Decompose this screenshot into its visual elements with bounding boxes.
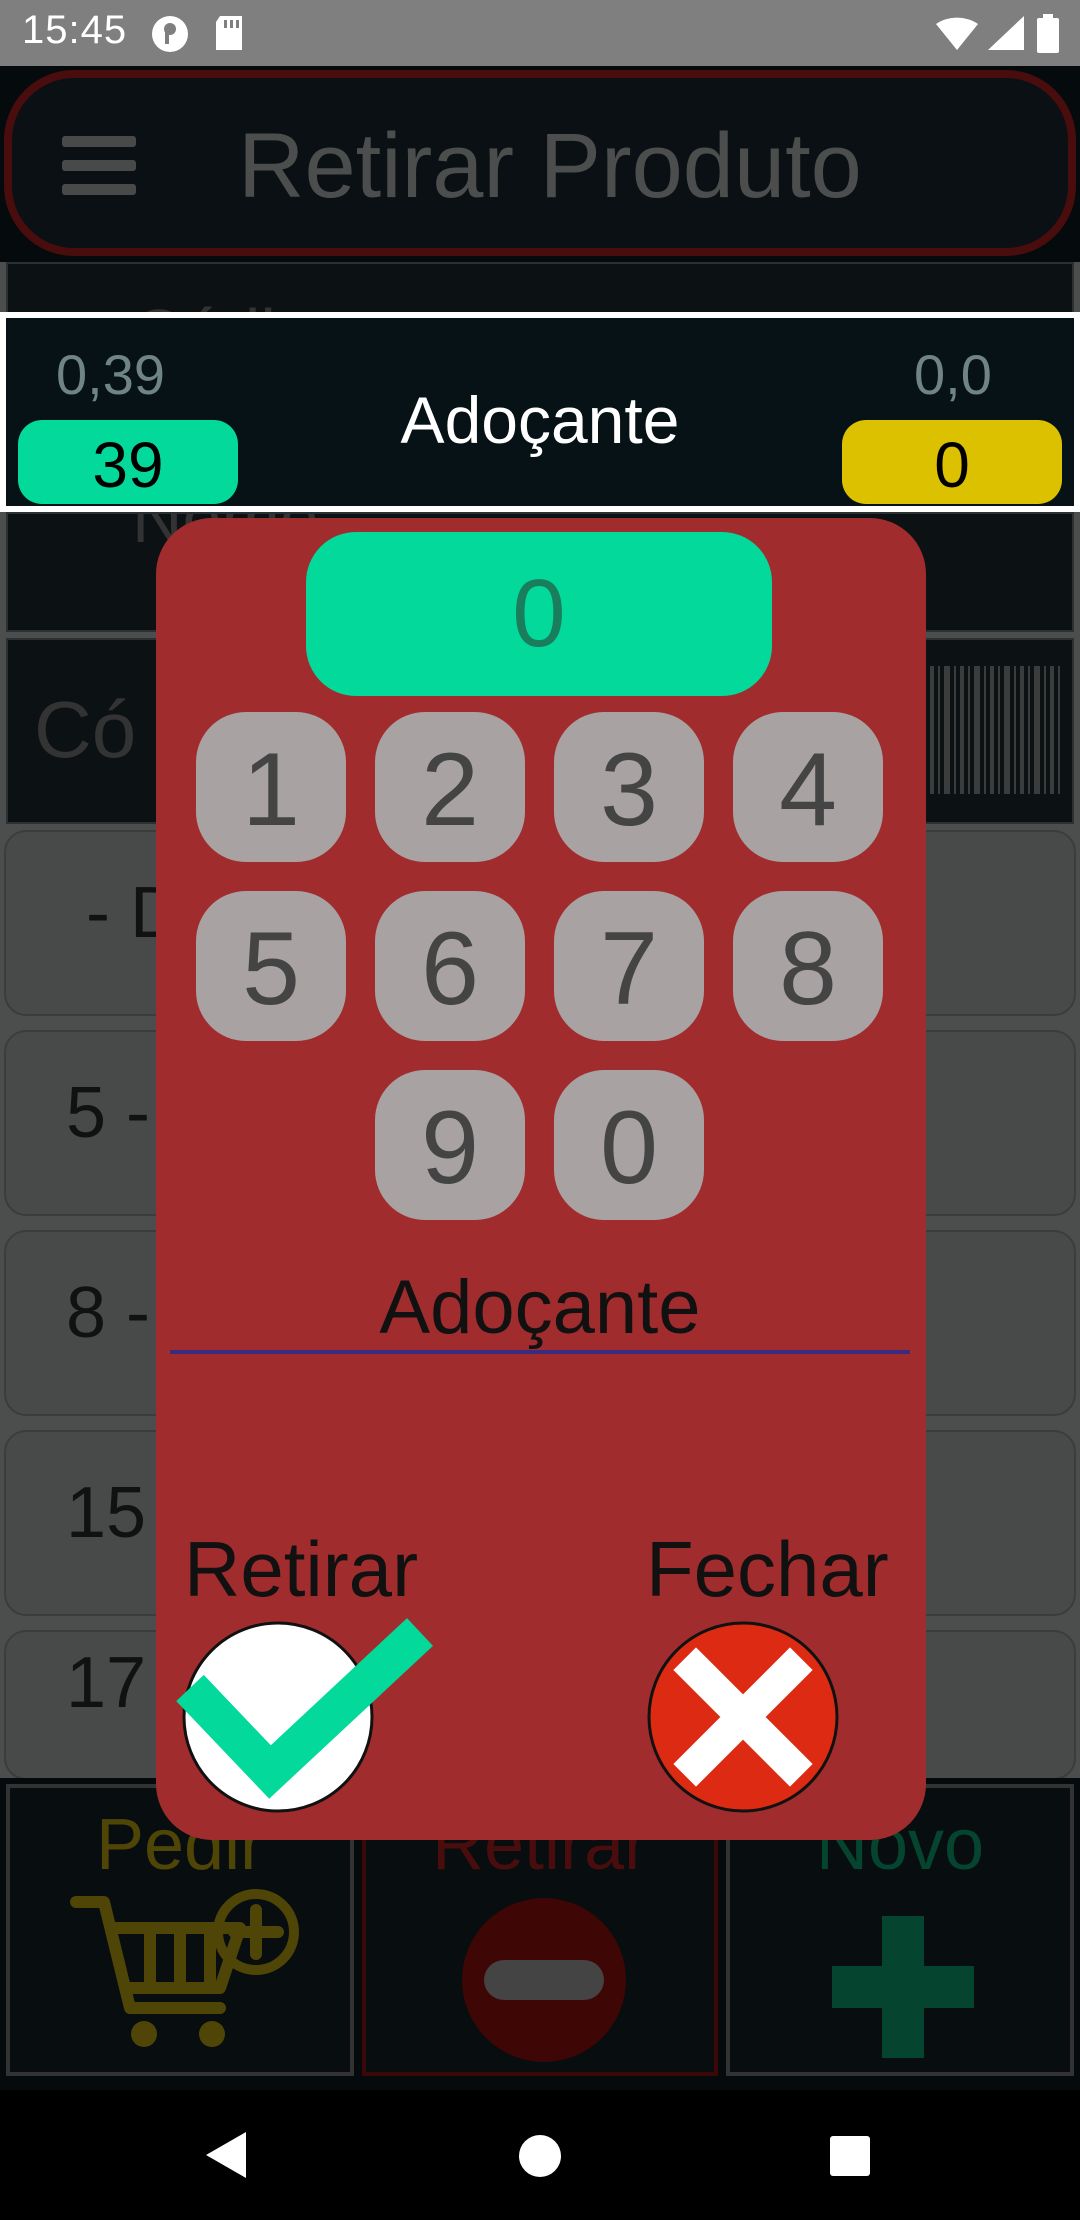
- key-8[interactable]: 8: [733, 891, 883, 1041]
- list-item-text: 8 -: [66, 1273, 151, 1353]
- confirm-button[interactable]: [176, 1618, 433, 1814]
- status-bar: 15:45: [0, 0, 1080, 66]
- back-icon[interactable]: [204, 2130, 248, 2180]
- background-code-row: Códi: [6, 262, 1074, 318]
- product-header: 0,39 39 Adoçante 0,0 0: [0, 312, 1080, 512]
- app-bar: Retirar Produto: [0, 66, 1080, 262]
- right-count-badge: 0: [842, 420, 1062, 504]
- retirar-label: Retirar: [184, 1525, 419, 1613]
- notification-app-icon: [152, 16, 188, 52]
- list-item-text: 15: [66, 1473, 147, 1553]
- close-button[interactable]: [646, 1620, 840, 1814]
- product-name-field[interactable]: Adoçante: [170, 1260, 910, 1354]
- right-value: 0,0: [914, 343, 992, 406]
- key-5[interactable]: 5: [196, 891, 346, 1041]
- close-icon: [647, 1621, 839, 1813]
- signal-icon: [988, 16, 1024, 50]
- fechar-label: Fechar: [646, 1525, 889, 1613]
- hamburger-menu-icon[interactable]: [62, 136, 136, 196]
- key-2[interactable]: 2: [375, 712, 525, 862]
- quantity-display: 0: [306, 532, 772, 696]
- quantity-dialog: 0 1 2 3 4 5 6 7 8 9 0 Adoçante Retirar F…: [156, 518, 926, 1840]
- key-9[interactable]: 9: [375, 1070, 525, 1220]
- key-0[interactable]: 0: [554, 1070, 704, 1220]
- battery-icon: [1037, 14, 1059, 53]
- screen: 15:45 Retirar Produto Códi Nome: [0, 0, 1080, 2220]
- key-6[interactable]: 6: [375, 891, 525, 1041]
- key-7[interactable]: 7: [554, 891, 704, 1041]
- plus-icon: [832, 1916, 974, 2058]
- background-barcode-label: Có: [34, 685, 137, 774]
- key-4[interactable]: 4: [733, 712, 883, 862]
- wifi-icon: [936, 17, 978, 50]
- barcode-icon[interactable]: [928, 666, 1068, 794]
- app-bar-frame: Retirar Produto: [4, 70, 1076, 256]
- page-title: Retirar Produto: [238, 115, 862, 217]
- recents-icon[interactable]: [828, 2134, 872, 2178]
- remove-circle-icon: [462, 1898, 626, 2062]
- home-icon[interactable]: [518, 2134, 562, 2178]
- key-3[interactable]: 3: [554, 712, 704, 862]
- sd-card-icon: [216, 16, 242, 50]
- list-item-text: 5 -: [66, 1073, 151, 1153]
- add-to-cart-icon: [70, 1889, 299, 2047]
- check-icon: [176, 1618, 433, 1813]
- system-navigation-bar: [0, 2090, 1080, 2220]
- status-time: 15:45: [22, 8, 128, 52]
- key-1[interactable]: 1: [196, 712, 346, 862]
